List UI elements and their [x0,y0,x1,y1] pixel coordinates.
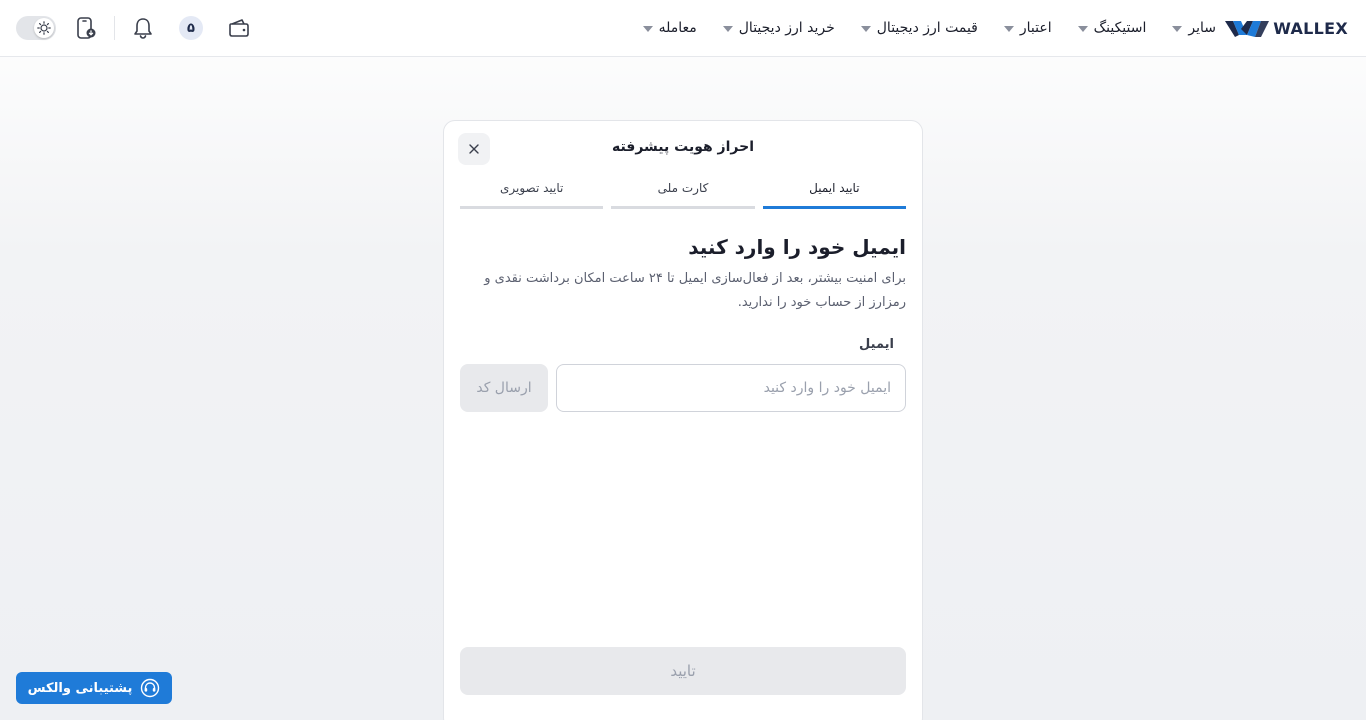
email-label: ایمیل [859,337,894,352]
wallex-logo[interactable]: WALLEX [1225,16,1348,40]
step-description: برای امنیت بیشتر، بعد از فعال‌سازی ایمیل… [484,271,906,310]
wallet-icon [229,19,249,37]
nav-more[interactable]: سایر [1172,20,1216,36]
wallex-logo-mark-icon [1225,21,1270,37]
email-field[interactable] [556,364,906,412]
mobile-app-button[interactable] [70,12,102,44]
mobile-download-icon [77,17,96,39]
tab-national-card-label: کارت ملی [657,181,709,195]
nav-trade-label: معامله [658,20,697,36]
chevron-down-icon [722,26,733,32]
chevron-down-icon [860,26,871,32]
level-badge: ۵ [179,16,203,40]
nav-credit-label: اعتبار [1019,20,1052,36]
card-title: احراز هویت پیشرفته [611,139,755,155]
sun-icon [34,18,54,38]
nav-buy-crypto[interactable]: خرید ارز دیجیتال [722,20,835,36]
logo-text: WALLEX [1273,18,1348,38]
support-button[interactable]: پشتیبانی والکس [16,672,172,704]
nav-crypto-prices[interactable]: قیمت ارز دیجیتال [860,20,978,36]
chevron-down-icon [1077,26,1088,32]
support-label: پشتیبانی والکس [27,680,133,696]
tab-video-verification-label: تایید تصویری [499,181,564,195]
theme-toggle[interactable] [16,16,56,40]
header-tools: ۵ [16,12,255,44]
nav-trade[interactable]: معامله [642,20,697,36]
headset-icon [141,678,160,698]
nav-crypto-prices-label: قیمت ارز دیجیتال [876,20,978,36]
nav-more-label: سایر [1188,20,1216,36]
nav-staking[interactable]: استیکینگ [1077,20,1147,36]
wallet-button[interactable] [223,12,255,44]
kyc-steps-tabs: تایید ایمیل کارت ملی تایید تصویری [460,181,906,209]
notifications-button[interactable] [127,12,159,44]
chevron-down-icon [1172,26,1183,32]
tab-video-verification[interactable]: تایید تصویری [460,181,604,209]
chevron-down-icon [642,26,653,32]
kyc-card: احراز هویت پیشرفته تایید ایمیل کارت ملی … [443,120,923,720]
top-navbar: WALLEX معامله خرید ارز دیجیتال قیمت ارز … [0,0,1366,57]
user-level-button[interactable]: ۵ [175,12,207,44]
header-divider [114,16,115,40]
nav-credit[interactable]: اعتبار [1003,20,1052,36]
nav-staking-label: استیکینگ [1093,20,1147,36]
tab-email-verification[interactable]: تایید ایمیل [762,181,906,209]
tab-national-card[interactable]: کارت ملی [611,181,755,209]
nav-buy-crypto-label: خرید ارز دیجیتال [738,20,835,36]
confirm-button[interactable]: تایید [460,647,906,695]
tab-email-verification-label: تایید ایمیل [809,181,860,195]
step-heading: ایمیل خود را وارد کنید [688,235,906,259]
chevron-down-icon [1003,26,1014,32]
main-nav: معامله خرید ارز دیجیتال قیمت ارز دیجیتال… [642,0,1216,56]
bell-icon [134,18,152,39]
send-code-button[interactable]: ارسال کد [460,364,548,412]
